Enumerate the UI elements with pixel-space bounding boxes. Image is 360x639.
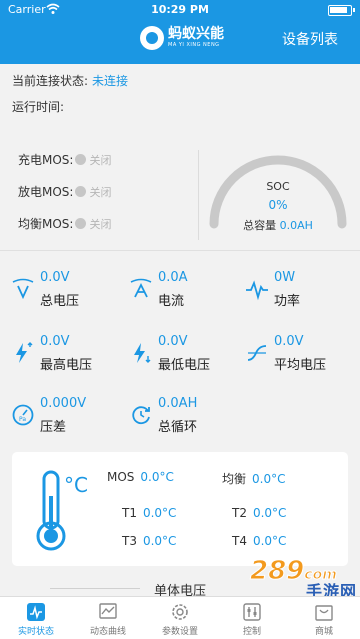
voltage-icon	[12, 278, 34, 300]
metric-label: 最低电压	[158, 358, 211, 373]
temp-t3: T3 0.0°C	[122, 534, 177, 548]
mos-state: 关闭	[89, 217, 112, 231]
tab-label: 控制	[242, 627, 261, 637]
metric-voltage-diff: Pa 0.000V 压差	[10, 396, 120, 436]
control-icon	[243, 603, 261, 621]
tab-label: 商城	[314, 627, 333, 637]
device-list-button[interactable]: 设备列表	[282, 29, 338, 49]
section-divider	[0, 250, 360, 251]
metric-label: 功率	[274, 294, 301, 309]
bottom-nav: 实时状态 动态曲线 参数设置 控制 商城	[0, 596, 360, 639]
battery-icon	[328, 5, 355, 16]
metric-label: 平均电压	[274, 358, 327, 373]
realtime-icon	[27, 603, 45, 621]
metric-avg-voltage: 0.0V 平均电压	[244, 334, 354, 374]
cycle-icon	[132, 406, 150, 425]
logo-icon	[140, 26, 164, 50]
avg-voltage-icon	[247, 345, 267, 361]
logo-subtitle: MA YI XING NENG	[168, 42, 220, 48]
discharge-mos-toggle[interactable]	[75, 186, 87, 197]
power-icon	[246, 280, 268, 301]
metric-label: 最高电压	[40, 358, 93, 373]
capacity-label: 总容量	[243, 219, 277, 232]
temp-value: 0.0°C	[252, 472, 286, 486]
mall-icon	[315, 605, 333, 621]
temp-mos: MOS 0.0°C	[107, 470, 174, 484]
temperature-card: °C MOS 0.0°C 均衡 0.0°C T1 0.0°C T2 0.0°C T3 0.…	[12, 452, 348, 566]
tab-label: 实时状态	[17, 627, 54, 637]
metric-value: 0.0V	[40, 270, 70, 285]
thermometer-icon: °C	[36, 470, 88, 551]
metric-value: 0.0V	[274, 334, 304, 349]
mos-label: 均衡MOS:	[18, 217, 74, 231]
metric-value: 0.000V	[40, 396, 87, 411]
capacity-value: 0.0AH	[279, 219, 313, 232]
metric-max-voltage: 0.0V 最高电压	[10, 334, 120, 374]
connection-label: 当前连接状态:	[12, 74, 89, 88]
metric-total-voltage: 0.0V 总电压	[10, 270, 120, 310]
current-icon	[130, 278, 152, 298]
tab-curve[interactable]: 动态曲线	[72, 597, 144, 639]
metric-label: 电流	[158, 294, 185, 309]
mos-state: 关闭	[89, 185, 112, 199]
mos-label: 放电MOS:	[18, 185, 74, 199]
run-time-label: 运行时间:	[12, 100, 65, 114]
soc-value: 0%	[268, 198, 288, 212]
mos-state: 关闭	[89, 153, 112, 167]
connection-value: 未连接	[92, 74, 129, 88]
temp-value: 0.0°C	[140, 470, 174, 484]
balance-mos-toggle[interactable]	[75, 218, 87, 229]
temp-t4: T4 0.0°C	[232, 534, 287, 548]
tab-realtime[interactable]: 实时状态	[0, 597, 72, 639]
app-header: Carrier 10:29 PM 蚂蚁兴能 MA YI XING NENG 设备…	[0, 0, 360, 64]
metric-label: 总循环	[158, 420, 198, 435]
tab-control[interactable]: 控制	[216, 597, 288, 639]
connection-status: 当前连接状态: 未连接	[12, 72, 128, 89]
tab-label: 动态曲线	[89, 627, 126, 637]
logo-title: 蚂蚁兴能	[168, 26, 224, 42]
charge-mos-toggle[interactable]	[75, 154, 87, 165]
min-voltage-icon	[134, 343, 151, 363]
metric-value: 0W	[274, 270, 296, 285]
status-bar: Carrier 10:29 PM	[0, 0, 360, 20]
app-logo: 蚂蚁兴能 MA YI XING NENG	[140, 24, 224, 52]
mos-row-discharge: 放电MOS: 关闭	[18, 183, 111, 200]
mos-label: 充电MOS:	[18, 153, 74, 167]
metric-min-voltage: 0.0V 最低电压	[128, 334, 238, 374]
temp-t1: T1 0.0°C	[122, 506, 177, 520]
pressure-gauge-icon: Pa	[12, 404, 34, 426]
settings-icon	[172, 604, 188, 620]
metric-power: 0W 功率	[244, 270, 354, 310]
metric-value: 0.0A	[158, 270, 188, 285]
celsius-symbol: °C	[64, 473, 88, 497]
svg-text:Pa: Pa	[19, 416, 26, 423]
temp-t2: T2 0.0°C	[232, 506, 287, 520]
metric-value: 0.0V	[40, 334, 70, 349]
temp-value: 0.0°C	[142, 506, 177, 520]
metric-value: 0.0V	[158, 334, 188, 349]
tab-label: 参数设置	[161, 627, 198, 637]
soc-label: SOC	[266, 180, 290, 193]
total-capacity: 总容量 0.0AH	[198, 217, 358, 233]
tab-settings[interactable]: 参数设置	[144, 597, 216, 639]
tab-mall[interactable]: 商城	[288, 597, 360, 639]
metric-current: 0.0A 电流	[128, 270, 238, 310]
metric-value: 0.0AH	[158, 396, 198, 411]
site-watermark: 289com 手游网	[249, 556, 360, 602]
mos-row-balance: 均衡MOS: 关闭	[18, 215, 111, 232]
mos-row-charge: 充电MOS: 关闭	[18, 151, 111, 168]
run-time: 运行时间:	[12, 98, 64, 115]
temp-value: 0.0°C	[252, 534, 287, 548]
temp-value: 0.0°C	[142, 534, 177, 548]
max-voltage-icon	[16, 342, 33, 363]
divider-line	[50, 588, 140, 589]
metric-label: 总电压	[40, 294, 80, 309]
metric-total-cycles: 0.0AH 总循环	[128, 396, 238, 436]
metric-label: 压差	[40, 420, 67, 435]
temp-value: 0.0°C	[252, 506, 287, 520]
temp-balance: 均衡 0.0°C	[222, 472, 286, 486]
clock-time: 10:29 PM	[151, 3, 209, 16]
curve-icon	[99, 603, 117, 619]
